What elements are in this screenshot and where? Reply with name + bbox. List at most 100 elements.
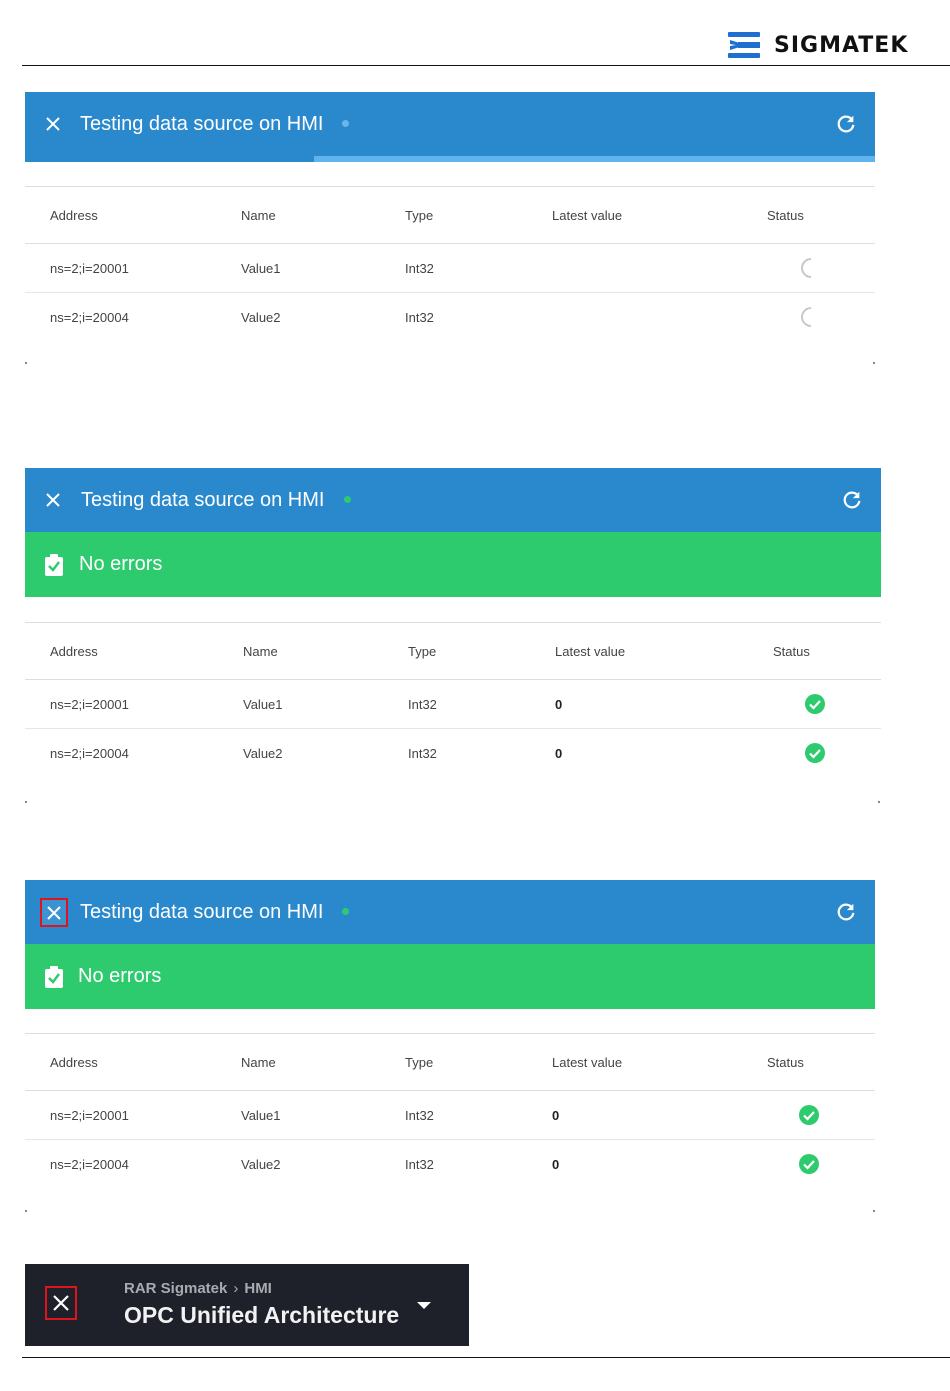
cell-name: Value1 (243, 679, 408, 729)
breadcrumb-separator: › (233, 1280, 239, 1297)
cell-status (773, 729, 881, 778)
loading-spinner-icon (796, 253, 826, 283)
status-dot (342, 120, 349, 127)
panel-corner-mark (873, 1210, 875, 1212)
status-dot (344, 496, 351, 503)
status-dot (342, 908, 349, 915)
cell-type: Int32 (405, 309, 434, 325)
col-name: Name (243, 643, 278, 659)
test-panel-ok-highlighted: Testing data source on HMI No errors Add… (25, 880, 875, 1188)
panel-title: Testing data source on HMI (80, 901, 324, 923)
cell-latest: 0 (555, 679, 773, 729)
cell-address: ns=2;i=20004 (50, 309, 129, 325)
panel-header: Testing data source on HMI (25, 92, 875, 156)
panel-title: Testing data source on HMI (81, 489, 325, 511)
cell-type: Int32 (405, 1090, 552, 1140)
col-type: Type (408, 643, 437, 659)
success-banner: No errors (25, 532, 881, 597)
col-type: Type (405, 1054, 434, 1070)
table-header-row: Address Name Type Latest value Status (25, 622, 881, 680)
close-icon[interactable] (45, 1286, 77, 1320)
panel-corner-mark (25, 801, 27, 803)
cell-address: ns=2;i=20001 (25, 679, 243, 729)
close-icon[interactable] (40, 898, 68, 927)
col-type: Type (405, 207, 434, 223)
success-message: No errors (78, 965, 162, 987)
test-panel-ok: Testing data source on HMI No errors Add… (25, 468, 881, 777)
cell-status (767, 293, 875, 342)
panel-header: Testing data source on HMI (25, 468, 881, 532)
table-header-row: Address Name Type Latest value Status (25, 1033, 875, 1091)
close-icon[interactable] (40, 111, 66, 137)
data-table: Address Name Type Latest value Status ns… (25, 622, 881, 777)
cell-latest (552, 293, 767, 342)
cell-status (767, 243, 875, 293)
col-status: Status (767, 1054, 804, 1070)
cell-status (767, 1090, 875, 1140)
col-address: Address (50, 207, 98, 223)
breadcrumb-item[interactable]: RAR Sigmatek (124, 1280, 227, 1297)
check-circle-icon (799, 1105, 819, 1125)
cell-name: Value2 (243, 745, 283, 761)
cell-name: Value2 (241, 1156, 281, 1172)
table-row: ns=2;i=20004 Value2 Int32 0 (25, 1140, 875, 1189)
col-name: Name (241, 207, 276, 223)
panel-corner-mark (25, 1210, 27, 1212)
panel-corner-mark (25, 362, 27, 364)
refresh-icon[interactable] (841, 489, 863, 511)
breadcrumb: RAR Sigmatek › HMI (124, 1280, 272, 1297)
panel-corner-mark (873, 362, 875, 364)
sigmatek-logo: SIGMATEK (726, 30, 908, 60)
table-row: ns=2;i=20004 Value2 Int32 (25, 293, 875, 342)
col-latest: Latest value (555, 643, 626, 659)
table-row: ns=2;i=20004 Value2 Int32 0 (25, 729, 881, 778)
clipboard-check-icon (45, 554, 63, 576)
cell-status (767, 1140, 875, 1189)
loading-spinner-icon (796, 302, 826, 332)
cell-address: ns=2;i=20001 (25, 243, 241, 293)
col-name: Name (241, 1054, 276, 1070)
cell-address: ns=2;i=20001 (25, 1090, 241, 1140)
cell-type: Int32 (408, 745, 437, 761)
close-icon[interactable] (40, 487, 66, 513)
clipboard-check-icon (45, 966, 63, 988)
cell-name: Value2 (241, 309, 281, 325)
success-banner: No errors (25, 944, 875, 1009)
cell-name: Value1 (241, 1090, 405, 1140)
success-message: No errors (79, 553, 163, 575)
cell-latest: 0 (555, 745, 563, 761)
check-circle-icon (805, 694, 825, 714)
top-rule (22, 65, 950, 66)
test-panel-loading: Testing data source on HMI Address Name … (25, 92, 875, 341)
cell-latest: 0 (552, 1090, 767, 1140)
col-address: Address (50, 643, 98, 659)
cell-type: Int32 (405, 243, 552, 293)
refresh-icon[interactable] (835, 113, 857, 135)
chevron-down-icon[interactable] (417, 1302, 431, 1309)
col-address: Address (50, 1054, 98, 1070)
cell-name: Value1 (241, 243, 405, 293)
data-table: Address Name Type Latest value Status ns… (25, 1033, 875, 1188)
refresh-icon[interactable] (835, 901, 857, 923)
cell-status (773, 679, 881, 729)
check-circle-icon (805, 743, 825, 763)
cell-type: Int32 (408, 679, 555, 729)
data-table: Address Name Type Latest value Status ns… (25, 186, 875, 341)
page-ribbon: RAR Sigmatek › HMI OPC Unified Architectur… (25, 1264, 469, 1346)
sigmatek-s-logo-icon (728, 32, 760, 58)
cell-type: Int32 (405, 1156, 434, 1172)
table-row: ns=2;i=20001 Value1 Int32 0 (25, 679, 881, 729)
table-header-row: Address Name Type Latest value Status (25, 186, 875, 244)
panel-corner-mark (878, 801, 880, 803)
brand-name: SIGMATEK (774, 32, 909, 58)
check-circle-icon (799, 1154, 819, 1174)
panel-header: Testing data source on HMI (25, 880, 875, 944)
cell-address: ns=2;i=20004 (50, 1156, 129, 1172)
progress-bar (25, 156, 875, 162)
table-row: ns=2;i=20001 Value1 Int32 0 (25, 1090, 875, 1140)
breadcrumb-item[interactable]: HMI (244, 1280, 272, 1297)
col-latest: Latest value (552, 1054, 623, 1070)
progress-fill (314, 156, 875, 162)
cell-latest (552, 243, 767, 293)
cell-address: ns=2;i=20004 (50, 745, 129, 761)
